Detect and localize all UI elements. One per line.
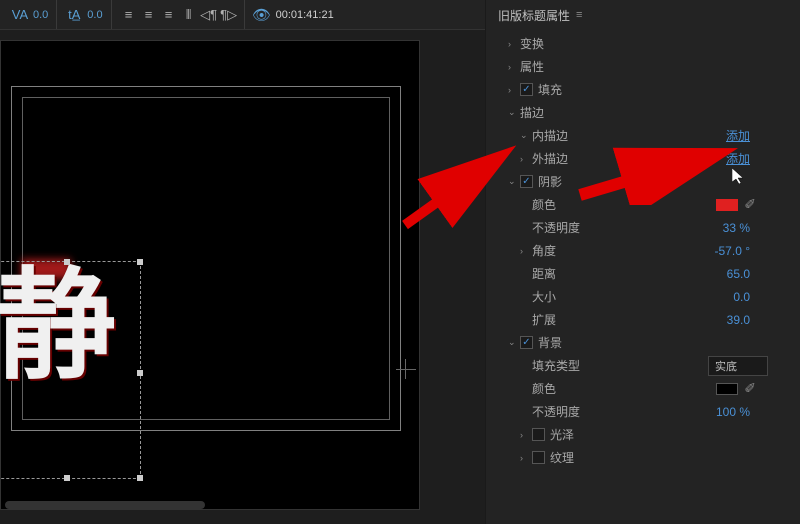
panel-menu-icon[interactable]: ≡ (576, 9, 582, 21)
tracking-value[interactable]: 0.0 (30, 9, 51, 21)
fill-checkbox[interactable] (520, 83, 533, 96)
sheen-checkbox[interactable] (532, 428, 545, 441)
bg-fill-type-row: 填充类型 实底 (486, 354, 800, 377)
eyedropper-icon[interactable]: ✐ (744, 380, 756, 397)
chevron-right-icon[interactable]: › (520, 430, 532, 440)
panel-header: 旧版标题属性 ≡ (486, 0, 800, 30)
chevron-right-icon[interactable]: › (508, 39, 520, 49)
chevron-down-icon[interactable]: ⌄ (508, 337, 520, 348)
scrollbar[interactable] (5, 501, 205, 509)
timecode[interactable]: 00:01:41:21 (272, 9, 334, 21)
crosshair-h (396, 369, 416, 370)
handle-bc[interactable] (64, 475, 70, 481)
bg-opacity-row: 不透明度 100 % (486, 400, 800, 423)
align-center-icon[interactable]: ≡ (139, 5, 159, 25)
panel-body: › 变换 › 属性 › 填充 ⌄ 描边 ⌄ 内描边 添加 › 外描边 添加 ⌄ (486, 30, 800, 471)
bg-texture-row[interactable]: › 纹理 (486, 446, 800, 469)
annotation-arrow-2 (570, 140, 740, 205)
align-right-icon[interactable]: ≡ (159, 5, 179, 25)
crosshair-v (405, 359, 406, 379)
handle-tc[interactable] (64, 259, 70, 265)
distribute-icon[interactable]: ⫴ (179, 5, 199, 25)
baseline-value[interactable]: 0.0 (84, 9, 105, 21)
chevron-down-icon[interactable]: ⌄ (520, 130, 532, 141)
properties-panel: 旧版标题属性 ≡ › 变换 › 属性 › 填充 ⌄ 描边 ⌄ 内描边 添加 › … (485, 0, 800, 524)
baseline-shift-icon[interactable]: tA̲ (64, 5, 84, 25)
shadow-angle-row[interactable]: › 角度 -57.0 ° (486, 239, 800, 262)
tracking-icon[interactable]: VA (10, 5, 30, 25)
chevron-right-icon[interactable]: › (520, 453, 532, 463)
section-background[interactable]: ⌄ 背景 (486, 331, 800, 354)
section-fill[interactable]: › 填充 (486, 78, 800, 101)
chevron-right-icon[interactable]: › (508, 85, 520, 95)
canvas-panel: VA 0.0 tA̲ 0.0 ≡ ≡ ≡ ⫴ ◁¶ ¶▷ 👁 00:01:41:… (0, 0, 485, 524)
shadow-size-value[interactable]: 0.0 (733, 290, 750, 304)
shadow-distance-row: 距离 65.0 (486, 262, 800, 285)
shadow-spread-value[interactable]: 39.0 (727, 313, 750, 327)
handle-mr[interactable] (137, 370, 143, 376)
shadow-distance-value[interactable]: 65.0 (727, 267, 750, 281)
handle-br[interactable] (137, 475, 143, 481)
tab-icon[interactable]: ◁¶ (199, 5, 219, 25)
background-checkbox[interactable] (520, 336, 533, 349)
bg-opacity-value[interactable]: 100 % (716, 405, 750, 419)
annotation-arrow-1 (395, 145, 525, 235)
texture-checkbox[interactable] (532, 451, 545, 464)
visibility-icon[interactable]: 👁 (252, 5, 272, 25)
handle-tr[interactable] (137, 259, 143, 265)
bg-color-row: 颜色 ✐ (486, 377, 800, 400)
section-properties[interactable]: › 属性 (486, 55, 800, 78)
panel-title: 旧版标题属性 (498, 7, 570, 24)
selection-bounds[interactable] (0, 261, 141, 479)
tab2-icon[interactable]: ¶▷ (219, 5, 239, 25)
chevron-right-icon[interactable]: › (508, 62, 520, 72)
shadow-opacity-value[interactable]: 33 % (723, 221, 750, 235)
bg-color-swatch[interactable] (716, 383, 738, 395)
eyedropper-icon[interactable]: ✐ (744, 196, 756, 213)
chevron-down-icon[interactable]: ⌄ (508, 107, 520, 118)
section-stroke[interactable]: ⌄ 描边 (486, 101, 800, 124)
align-left-icon[interactable]: ≡ (119, 5, 139, 25)
bg-sheen-row[interactable]: › 光泽 (486, 423, 800, 446)
text-toolbar: VA 0.0 tA̲ 0.0 ≡ ≡ ≡ ⫴ ◁¶ ¶▷ 👁 00:01:41:… (0, 0, 485, 30)
chevron-right-icon[interactable]: › (520, 246, 532, 256)
shadow-opacity-row: 不透明度 33 % (486, 216, 800, 239)
shadow-spread-row: 扩展 39.0 (486, 308, 800, 331)
shadow-angle-value[interactable]: -57.0 ° (715, 244, 750, 258)
canvas[interactable]: 静 (0, 40, 420, 510)
shadow-size-row: 大小 0.0 (486, 285, 800, 308)
bg-fill-type-dropdown[interactable]: 实底 (708, 356, 768, 376)
section-transform[interactable]: › 变换 (486, 32, 800, 55)
